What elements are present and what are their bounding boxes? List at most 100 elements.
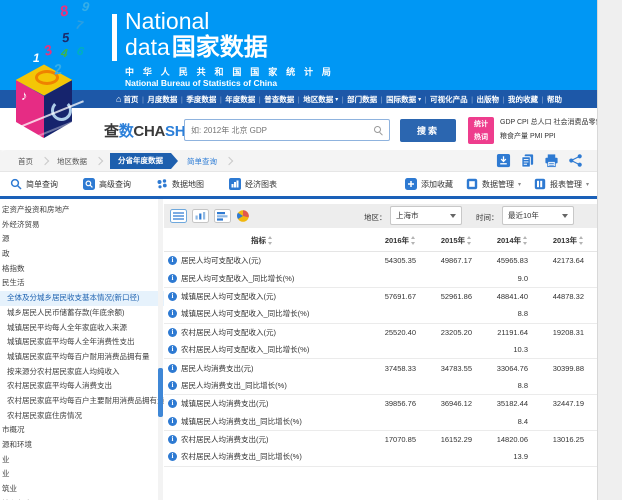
table-row: i居民人均可支配收入(元)54305.3549867.1745965.83421… xyxy=(164,252,597,269)
sidebar-item[interactable]: 民生活 xyxy=(0,276,164,291)
info-icon[interactable]: i xyxy=(168,417,177,426)
nav-item-my-favorites[interactable]: 我的收藏 xyxy=(508,94,538,105)
nav-item-department-data[interactable]: 部门数据 xyxy=(347,94,377,105)
sidebar-item[interactable]: 业 xyxy=(0,467,164,482)
region-dropdown[interactable]: 上海市 xyxy=(390,206,462,225)
sidebar-item[interactable]: 筑业 xyxy=(0,482,164,497)
search-button[interactable]: 搜索 xyxy=(400,119,456,142)
chevron-right-icon xyxy=(41,157,49,165)
info-icon[interactable]: i xyxy=(168,292,177,301)
sidebar-item[interactable]: 城镇居民平均每人全年家庭收入来源 xyxy=(0,321,164,336)
value-cell: 36946.12 xyxy=(416,399,472,408)
info-icon[interactable]: i xyxy=(168,381,177,390)
brand-subtitle-en: National Bureau of Statistics of China xyxy=(125,78,334,88)
indicator-table: 指标2016年2015年2014年 2013年 i居民人均可支配收入(元)5430… xyxy=(164,230,597,467)
value-cell: 35182.44 xyxy=(472,399,528,408)
nav-item-quarterly-data[interactable]: 季度数据 xyxy=(186,94,216,105)
table-header-year[interactable]: 2014年 xyxy=(472,235,528,246)
info-icon[interactable]: i xyxy=(168,435,177,444)
sidebar-item[interactable]: 城乡居民人民币储蓄存款(年底余额) xyxy=(0,306,164,321)
browser-viewport: National data国家数据 中 华 人 民 共 和 国 国 家 统 计 … xyxy=(0,0,622,500)
hot-words-line2[interactable]: 粮食产量 PMI PPI xyxy=(500,130,597,144)
data-content: 地区： 上海市 时间： 最近10年 指标2016年2015年2014年2013年… xyxy=(164,199,597,500)
tool-data-manage[interactable]: 数据管理▾ xyxy=(466,178,521,190)
sidebar-item[interactable]: 农村居民家庭平均每人消费支出 xyxy=(0,379,164,394)
info-icon[interactable]: i xyxy=(168,399,177,408)
breadcrumb-item-provincial-annual-data[interactable]: 分省年度数据 xyxy=(110,153,171,169)
nav-item-census-data[interactable]: 普查数据 xyxy=(264,94,294,105)
breadcrumb-item-regional-data[interactable]: 地区数据 xyxy=(57,156,87,167)
bar-chart-view-icon[interactable] xyxy=(192,209,209,223)
nav-item-monthly-data[interactable]: 月度数据 xyxy=(147,94,177,105)
region-filter-label: 地区： xyxy=(364,212,387,223)
sidebar-item[interactable]: 市概况 xyxy=(0,423,164,438)
share-icon[interactable] xyxy=(568,153,583,168)
sidebar-item[interactable]: 业 xyxy=(0,453,164,468)
nav-separator: | xyxy=(342,95,344,104)
nav-item-annual-data[interactable]: 年度数据 xyxy=(225,94,255,105)
indicator-label: 城镇居民人均消费支出_同比增长(%) xyxy=(181,416,302,427)
sidebar-item[interactable]: 全体及分城乡居民收支基本情况(新口径) xyxy=(0,291,164,306)
pie-chart-view-icon[interactable] xyxy=(236,209,250,223)
info-icon[interactable]: i xyxy=(168,345,177,354)
hbar-chart-view-icon[interactable] xyxy=(214,209,231,223)
value-cell: 16152.29 xyxy=(416,435,472,444)
sidebar-item[interactable]: 城镇居民家庭平均每人全年消费性支出 xyxy=(0,335,164,350)
chevron-down-icon: ▾ xyxy=(586,181,589,188)
breadcrumb-item-home[interactable]: 首页 xyxy=(18,156,33,167)
tool-econ-chart[interactable]: 经济图表 xyxy=(229,178,277,190)
nav-item-help[interactable]: 帮助 xyxy=(547,94,562,105)
info-icon[interactable]: i xyxy=(168,364,177,373)
tool-report-manage[interactable]: 报表管理▾ xyxy=(534,178,589,190)
sidebar-item[interactable]: 农村居民家庭住房情况 xyxy=(0,409,164,424)
sidebar-item[interactable]: 定资产投资和房地产 xyxy=(0,203,164,218)
indicator-cell: i城镇居民人均消费支出(元) xyxy=(164,398,360,409)
tool-add-favorite[interactable]: 添加收藏 xyxy=(405,178,453,190)
tool-advanced-query[interactable]: 高级查询 xyxy=(83,178,131,190)
indicator-tree: 定资产投资和房地产外经济贸易源政格指数民生活全体及分城乡居民收支基本情况(新口径… xyxy=(0,199,164,500)
tool-data-map[interactable]: 数据地图 xyxy=(156,178,204,190)
sidebar-item[interactable]: 格指数 xyxy=(0,262,164,277)
time-dropdown[interactable]: 最近10年 xyxy=(502,206,574,225)
info-icon[interactable]: i xyxy=(168,256,177,265)
brand-subtitle-cn: 中 华 人 民 共 和 国 国 家 统 计 局 xyxy=(125,65,334,78)
tool-label: 简单查询 xyxy=(26,179,58,190)
tool-simple-query[interactable]: 简单查询 xyxy=(10,178,58,190)
sidebar-item[interactable]: 城镇居民家庭平均每百户耐用消费品拥有量 xyxy=(0,350,164,365)
sidebar-item[interactable]: 按来源分农村居民家庭人均纯收入 xyxy=(0,365,164,380)
print-icon[interactable] xyxy=(544,153,559,168)
breadcrumb-item-simple-query[interactable]: 简单查询 xyxy=(187,156,217,167)
sort-icon xyxy=(579,236,584,245)
sidebar-scrollbar-thumb[interactable] xyxy=(158,368,163,417)
list-view-icon[interactable] xyxy=(170,209,187,223)
table-header-year[interactable]: 2016年 xyxy=(360,235,416,246)
table-header-year[interactable]: 2015年 xyxy=(416,235,472,246)
table-header-indicator[interactable]: 指标 xyxy=(164,235,360,246)
indicator-cell: i城镇居民人均可支配收入_同比增长(%) xyxy=(164,308,360,319)
copy-report-icon[interactable] xyxy=(520,153,535,168)
nav-item-home[interactable]: ⌂首页 xyxy=(116,94,138,105)
nav-item-visual-products[interactable]: 可视化产品 xyxy=(430,94,468,105)
sidebar-item[interactable]: 源 xyxy=(0,232,164,247)
header-label: 2013年 xyxy=(553,235,577,246)
nav-item-publications[interactable]: 出版物 xyxy=(477,94,500,105)
chashu-logo-segment: 查 xyxy=(104,123,119,140)
window-gutter xyxy=(597,0,622,500)
nav-item-regional-data[interactable]: 地区数据▾ xyxy=(303,94,338,105)
info-icon[interactable]: i xyxy=(168,328,177,337)
sidebar-item[interactable]: 农村居民家庭平均每百户主要耐用消费品拥有量 xyxy=(0,394,164,409)
nav-item-international-data[interactable]: 国际数据▾ xyxy=(386,94,421,105)
table-header-year[interactable]: 2013年 xyxy=(528,235,584,246)
sidebar-item[interactable]: 源和环境 xyxy=(0,438,164,453)
chevron-right-icon xyxy=(225,157,233,165)
sidebar-item[interactable]: 外经济贸易 xyxy=(0,218,164,233)
download-icon[interactable] xyxy=(496,153,511,168)
info-icon[interactable]: i xyxy=(168,274,177,283)
info-icon[interactable]: i xyxy=(168,309,177,318)
sidebar-item[interactable]: 政 xyxy=(0,247,164,262)
search-input[interactable] xyxy=(185,121,389,141)
query-tools-right: 添加收藏 数据管理▾ 报表管理▾ xyxy=(405,172,589,196)
hot-words-line1[interactable]: GDP CPI 总人口 社会消费品零售总额 xyxy=(500,116,597,130)
info-icon[interactable]: i xyxy=(168,452,177,461)
sidebar-scrollbar-track[interactable] xyxy=(158,199,163,500)
